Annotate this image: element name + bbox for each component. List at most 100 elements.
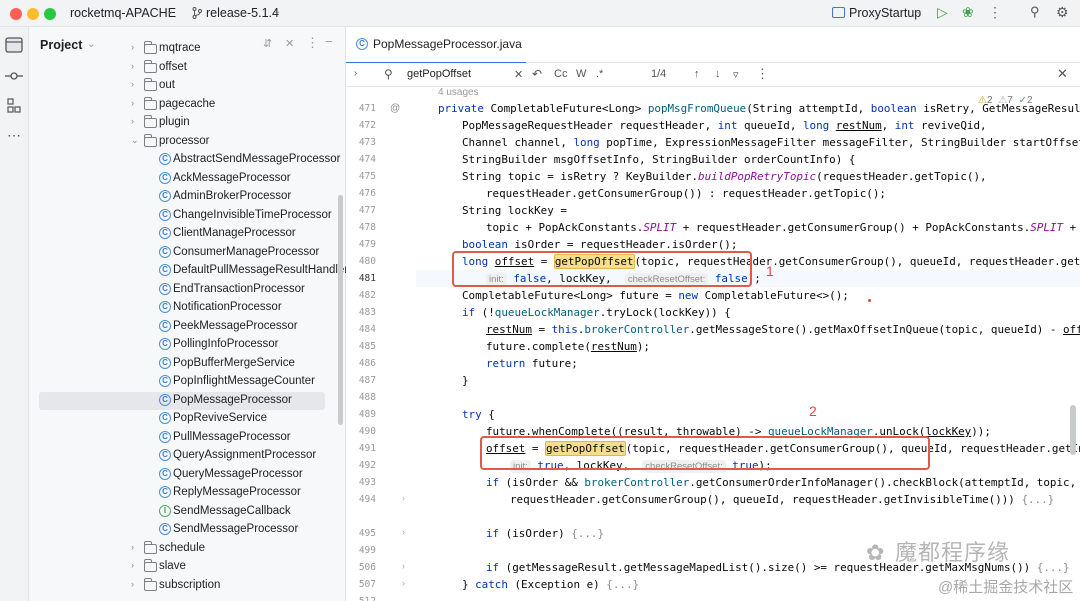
tab-popmessageprocessor[interactable]: C PopMessageProcessor.java <box>346 27 526 64</box>
minimize-window-button[interactable] <box>27 8 39 20</box>
tree-file-row[interactable]: C QueryMessageProcessor <box>29 466 346 484</box>
tree-item-label: PopBufferMergeService <box>173 356 295 369</box>
tree-folder-row[interactable]: › plugin <box>29 114 346 132</box>
tree-file-row[interactable]: C EndTransactionProcessor <box>29 281 346 299</box>
project-folder-icon[interactable] <box>5 36 23 54</box>
commit-icon[interactable] <box>5 67 23 85</box>
history-icon[interactable]: ↶ <box>532 67 542 81</box>
chevron-right-icon[interactable]: › <box>131 579 134 589</box>
weak-warning-icon: ⚠ <box>998 95 1008 106</box>
tree-file-row[interactable]: C QueryAssignmentProcessor <box>29 447 346 465</box>
chevron-down-icon[interactable]: ⌄ <box>131 135 139 146</box>
code-line: String lockKey = <box>462 204 567 217</box>
tree-file-row[interactable]: C ChangeInvisibleTimeProcessor <box>29 207 346 225</box>
chevron-right-icon[interactable]: › <box>131 116 134 126</box>
fold-icon[interactable]: › <box>402 578 405 588</box>
project-name[interactable]: rocketmq-APACHE <box>70 6 176 20</box>
tree-file-row[interactable]: C PopInflightMessageCounter <box>29 373 346 391</box>
tree-file-row[interactable]: I SendMessageCallback <box>29 503 346 521</box>
more-options-icon[interactable]: ⋮ <box>756 66 769 82</box>
find-input[interactable]: getPopOffset <box>407 68 471 80</box>
zoom-window-button[interactable] <box>44 8 56 20</box>
tree-file-row[interactable]: C AckMessageProcessor <box>29 170 346 188</box>
tree-file-row[interactable]: C PollingInfoProcessor <box>29 336 346 354</box>
tree-file-row[interactable]: C AbstractSendMessageProcessor <box>29 151 346 169</box>
code-line: } catch (Exception e) {...} <box>462 578 640 591</box>
match-case-toggle[interactable]: Cc <box>554 68 567 80</box>
java-class-icon: C <box>159 486 171 498</box>
folder-icon <box>143 96 157 110</box>
chevron-right-icon[interactable]: › <box>131 79 134 89</box>
tree-item-label: NotificationProcessor <box>173 301 282 313</box>
next-match-icon[interactable]: ↓ <box>715 68 721 80</box>
run-configuration-label[interactable]: ProxyStartup <box>849 6 921 20</box>
usages-hint[interactable]: 4 usages <box>438 87 479 98</box>
override-marker-icon[interactable]: @ <box>390 103 400 114</box>
search-icon[interactable]: ⚲ <box>1030 4 1040 20</box>
highlight-box-2 <box>480 436 930 470</box>
fold-icon[interactable]: › <box>402 561 405 571</box>
wechat-watermark: 魔都程序缘 <box>895 540 1011 565</box>
warning-icon: ⚠ <box>978 95 987 106</box>
line-number: 482 <box>358 290 376 301</box>
settings-gear-icon[interactable]: ⚙ <box>1056 4 1069 21</box>
activity-bar: ⋯ <box>0 27 29 601</box>
tree-folder-row[interactable]: › mqtrace <box>29 40 346 58</box>
tree-file-row[interactable]: C PeekMessageProcessor <box>29 318 346 336</box>
filter-icon[interactable]: ▿ <box>733 68 739 81</box>
tree-file-row[interactable]: C DefaultPullMessageResultHandler <box>29 262 348 280</box>
regex-toggle[interactable]: .* <box>596 68 603 80</box>
tree-folder-row[interactable]: › pagecache <box>29 96 346 114</box>
line-number: 491 <box>358 443 376 454</box>
chevron-right-icon[interactable]: › <box>131 542 134 552</box>
code-line: String topic = isRetry ? KeyBuilder.buil… <box>462 170 987 183</box>
chevron-right-icon[interactable]: › <box>131 98 134 108</box>
chevron-right-icon[interactable]: › <box>131 42 134 52</box>
tree-file-row[interactable]: C ReplyMessageProcessor <box>29 484 346 502</box>
more-options-icon[interactable]: ⋮ <box>988 4 1002 21</box>
run-icon[interactable]: ▷ <box>937 4 948 21</box>
chevron-right-icon[interactable]: › <box>354 68 357 79</box>
annotation-label-2: 2 <box>809 403 817 419</box>
whole-word-toggle[interactable]: W <box>576 68 586 80</box>
scrollbar[interactable] <box>338 195 343 425</box>
line-number: 494 <box>358 494 376 505</box>
close-window-button[interactable] <box>10 8 22 20</box>
tree-folder-row[interactable]: › slave <box>29 558 346 576</box>
tree-file-row[interactable]: C ConsumerManageProcessor <box>29 244 346 262</box>
previous-match-icon[interactable]: ↑ <box>694 68 700 80</box>
tree-folder-row[interactable]: ⌄ processor <box>29 133 346 151</box>
tree-folder-row[interactable]: › out <box>29 77 346 95</box>
tree-folder-row[interactable]: › offset <box>29 59 346 77</box>
java-class-icon: C <box>159 356 171 369</box>
scrollbar[interactable] <box>1070 405 1076 455</box>
tree-file-row[interactable]: C PopBufferMergeService <box>29 355 346 373</box>
chevron-right-icon[interactable]: › <box>131 560 134 570</box>
tree-file-row[interactable]: C NotificationProcessor <box>29 299 346 317</box>
tree-folder-row[interactable]: › schedule <box>29 540 346 558</box>
more-tools-icon[interactable]: ⋯ <box>5 127 23 145</box>
fold-icon[interactable]: › <box>402 527 405 537</box>
inspection-widget[interactable]: ⚠2 ⚠7 ✓2 <box>978 95 1033 106</box>
debug-icon[interactable]: ❀ <box>962 4 974 21</box>
tree-folder-row[interactable]: › subscription <box>29 577 346 595</box>
code-editor[interactable]: 4 usages private CompletableFuture<Long>… <box>416 87 1080 601</box>
chevron-right-icon[interactable]: › <box>131 61 134 71</box>
run-configuration-icon <box>832 7 845 18</box>
editor-tab-bar: C PopMessageProcessor.java <box>346 27 1080 64</box>
tree-file-row[interactable]: C PopMessageProcessor <box>39 391 325 410</box>
typo-count: 2 <box>1027 95 1033 106</box>
close-icon[interactable]: ✕ <box>514 68 523 81</box>
git-branch-label[interactable]: release-5.1.4 <box>206 6 279 20</box>
folder-icon <box>143 540 157 554</box>
code-line: try { <box>462 408 495 421</box>
tree-file-row[interactable]: C PopReviveService <box>29 410 346 428</box>
structure-icon[interactable] <box>5 97 23 115</box>
tree-file-row[interactable]: C ClientManageProcessor <box>29 225 346 243</box>
fold-icon[interactable]: › <box>402 493 405 503</box>
close-find-icon[interactable]: ✕ <box>1057 66 1068 82</box>
tree-file-row[interactable]: C AdminBrokerProcessor <box>29 188 346 206</box>
tree-file-row[interactable]: C SendMessageProcessor <box>29 521 346 539</box>
tree-file-row[interactable]: C PullMessageProcessor <box>29 429 346 447</box>
folder-icon <box>143 133 157 147</box>
